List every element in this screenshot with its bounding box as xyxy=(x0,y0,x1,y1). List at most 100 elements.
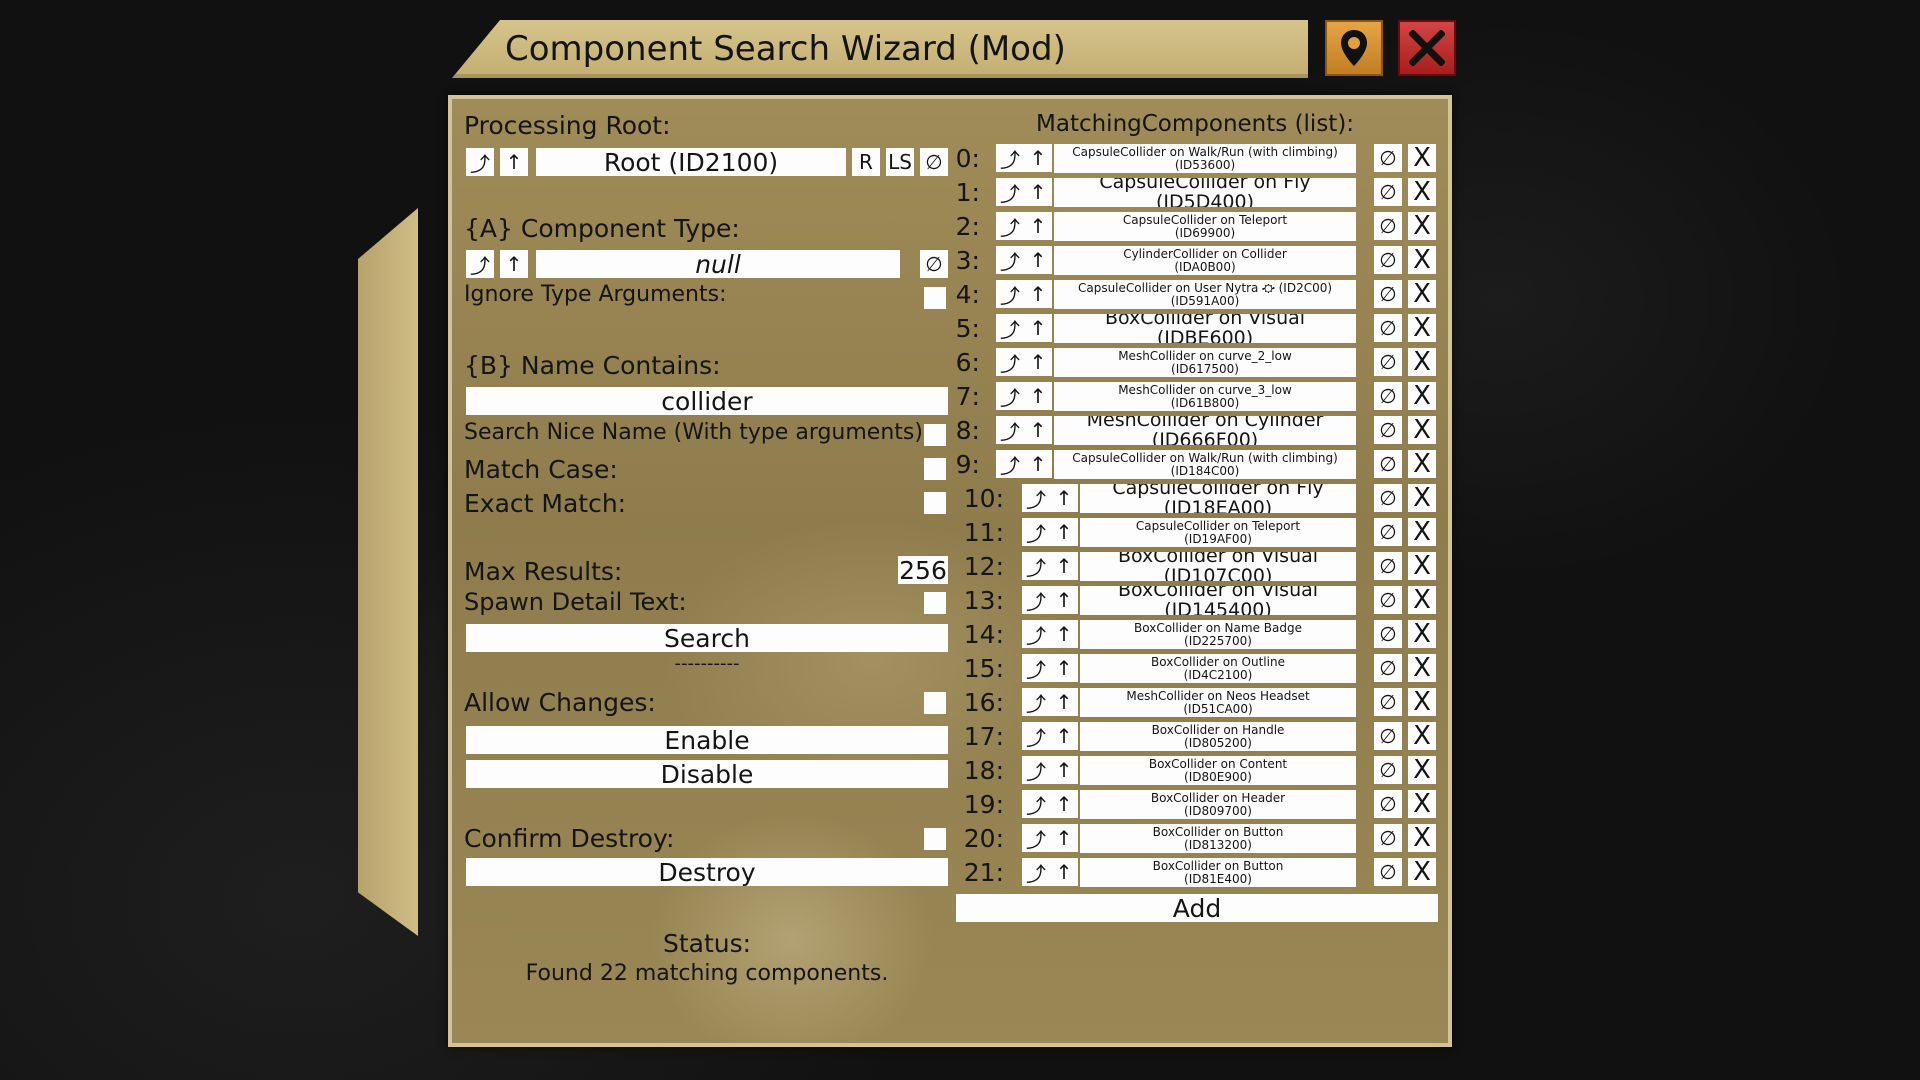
list-item-jump-button[interactable]: ⤴ xyxy=(996,314,1024,342)
list-item-null-button[interactable]: ∅ xyxy=(1374,756,1402,784)
list-item-up-button[interactable]: ↑ xyxy=(1024,212,1052,240)
list-item-null-button[interactable]: ∅ xyxy=(1374,790,1402,818)
list-item-jump-button[interactable]: ⤴ xyxy=(1022,654,1050,682)
list-item-jump-button[interactable]: ⤴ xyxy=(996,246,1024,274)
list-item-field[interactable]: MeshCollider on Cylinder (ID666F00) xyxy=(1054,416,1356,445)
list-item-field[interactable]: BoxCollider on Content (ID80E900) xyxy=(1080,756,1356,785)
list-item-remove-button[interactable]: X xyxy=(1408,687,1436,717)
list-item-jump-button[interactable]: ⤴ xyxy=(1022,552,1050,580)
list-item-remove-button[interactable]: X xyxy=(1408,143,1436,173)
list-item-null-button[interactable]: ∅ xyxy=(1374,858,1402,886)
list-item-null-button[interactable]: ∅ xyxy=(1374,688,1402,716)
list-item-up-button[interactable]: ↑ xyxy=(1050,824,1078,852)
list-item-up-button[interactable]: ↑ xyxy=(1024,246,1052,274)
list-item-up-button[interactable]: ↑ xyxy=(1050,756,1078,784)
list-item-field[interactable]: MeshCollider on curve_2_low (ID617500) xyxy=(1054,348,1356,377)
list-item-jump-button[interactable]: ⤴ xyxy=(1022,620,1050,648)
list-item-jump-button[interactable]: ⤴ xyxy=(996,416,1024,444)
list-item-remove-button[interactable]: X xyxy=(1408,211,1436,241)
list-item-up-button[interactable]: ↑ xyxy=(1024,382,1052,410)
list-item-jump-button[interactable]: ⤴ xyxy=(1022,518,1050,546)
list-item-null-button[interactable]: ∅ xyxy=(1374,620,1402,648)
list-item-up-button[interactable]: ↑ xyxy=(1050,722,1078,750)
list-item-up-button[interactable]: ↑ xyxy=(1050,654,1078,682)
list-item-field[interactable]: BoxCollider on Visual (IDBE600) xyxy=(1054,314,1356,343)
list-item-field[interactable]: CapsuleCollider on Teleport (ID69900) xyxy=(1054,212,1356,241)
list-item-jump-button[interactable]: ⤴ xyxy=(1022,484,1050,512)
list-item-up-button[interactable]: ↑ xyxy=(1050,858,1078,886)
list-item-null-button[interactable]: ∅ xyxy=(1374,280,1402,308)
list-item-jump-button[interactable]: ⤴ xyxy=(1022,586,1050,614)
list-item-field[interactable]: CylinderCollider on Collider (IDA0B00) xyxy=(1054,246,1356,275)
list-item-up-button[interactable]: ↑ xyxy=(1050,620,1078,648)
list-item-jump-button[interactable]: ⤴ xyxy=(996,382,1024,410)
list-item-remove-button[interactable]: X xyxy=(1408,823,1436,853)
list-item-field[interactable]: CapsuleCollider on User Nytra ⛮ (ID2C00)… xyxy=(1054,280,1356,309)
list-item-up-button[interactable]: ↑ xyxy=(1050,484,1078,512)
list-item-remove-button[interactable]: X xyxy=(1408,381,1436,411)
list-item-null-button[interactable]: ∅ xyxy=(1374,450,1402,478)
list-item-field[interactable]: BoxCollider on Button (ID81E400) xyxy=(1080,858,1356,887)
list-item-up-button[interactable]: ↑ xyxy=(1050,518,1078,546)
list-item-up-button[interactable]: ↑ xyxy=(1024,280,1052,308)
list-item-field[interactable]: MeshCollider on curve_3_low (ID61B800) xyxy=(1054,382,1356,411)
list-item-remove-button[interactable]: X xyxy=(1408,517,1436,547)
list-item-up-button[interactable]: ↑ xyxy=(1050,790,1078,818)
list-item-jump-button[interactable]: ⤴ xyxy=(996,450,1024,478)
list-item-field[interactable]: BoxCollider on Handle (ID805200) xyxy=(1080,722,1356,751)
list-item-jump-button[interactable]: ⤴ xyxy=(1022,824,1050,852)
add-button[interactable]: Add xyxy=(956,894,1438,923)
list-item-null-button[interactable]: ∅ xyxy=(1374,212,1402,240)
list-item-field[interactable]: MeshCollider on Neos Headset (ID51CA00) xyxy=(1080,688,1356,717)
list-item-jump-button[interactable]: ⤴ xyxy=(1022,688,1050,716)
list-item-remove-button[interactable]: X xyxy=(1408,721,1436,751)
locate-button[interactable] xyxy=(1325,20,1383,76)
list-item-field[interactable]: BoxCollider on Header (ID809700) xyxy=(1080,790,1356,819)
list-item-field[interactable]: CapsuleCollider on Walk/Run (with climbi… xyxy=(1054,450,1356,479)
list-item-field[interactable]: BoxCollider on Visual (ID145400) xyxy=(1080,586,1356,615)
list-item-jump-button[interactable]: ⤴ xyxy=(1022,722,1050,750)
list-item-remove-button[interactable]: X xyxy=(1408,415,1436,445)
list-item-up-button[interactable]: ↑ xyxy=(1024,178,1052,206)
list-item-field[interactable]: BoxCollider on Visual (ID107C00) xyxy=(1080,552,1356,581)
list-item-jump-button[interactable]: ⤴ xyxy=(996,348,1024,376)
list-item-null-button[interactable]: ∅ xyxy=(1374,382,1402,410)
list-item-jump-button[interactable]: ⤴ xyxy=(996,144,1024,172)
list-item-remove-button[interactable]: X xyxy=(1408,449,1436,479)
list-item-null-button[interactable]: ∅ xyxy=(1374,178,1402,206)
list-item-null-button[interactable]: ∅ xyxy=(1374,722,1402,750)
list-item-remove-button[interactable]: X xyxy=(1408,789,1436,819)
list-item-jump-button[interactable]: ⤴ xyxy=(996,212,1024,240)
list-item-remove-button[interactable]: X xyxy=(1408,313,1436,343)
list-item-up-button[interactable]: ↑ xyxy=(1050,586,1078,614)
close-button[interactable] xyxy=(1398,20,1456,76)
list-item-field[interactable]: BoxCollider on Name Badge (ID225700) xyxy=(1080,620,1356,649)
list-item-field[interactable]: CapsuleCollider on Walk/Run (with climbi… xyxy=(1054,144,1356,173)
list-item-null-button[interactable]: ∅ xyxy=(1374,518,1402,546)
list-item-jump-button[interactable]: ⤴ xyxy=(1022,756,1050,784)
list-item-null-button[interactable]: ∅ xyxy=(1374,314,1402,342)
list-item-null-button[interactable]: ∅ xyxy=(1374,552,1402,580)
list-item-remove-button[interactable]: X xyxy=(1408,245,1436,275)
list-item-remove-button[interactable]: X xyxy=(1408,279,1436,309)
list-item-up-button[interactable]: ↑ xyxy=(1024,348,1052,376)
list-item-field[interactable]: CapsuleCollider on Fly (ID5D400) xyxy=(1054,178,1356,207)
list-item-jump-button[interactable]: ⤴ xyxy=(1022,790,1050,818)
list-item-jump-button[interactable]: ⤴ xyxy=(1022,858,1050,886)
list-item-field[interactable]: BoxCollider on Button (ID813200) xyxy=(1080,824,1356,853)
list-item-null-button[interactable]: ∅ xyxy=(1374,246,1402,274)
list-item-remove-button[interactable]: X xyxy=(1408,755,1436,785)
list-item-null-button[interactable]: ∅ xyxy=(1374,416,1402,444)
list-item-remove-button[interactable]: X xyxy=(1408,483,1436,513)
list-item-up-button[interactable]: ↑ xyxy=(1024,144,1052,172)
list-item-null-button[interactable]: ∅ xyxy=(1374,824,1402,852)
list-item-jump-button[interactable]: ⤴ xyxy=(996,178,1024,206)
list-item-remove-button[interactable]: X xyxy=(1408,619,1436,649)
list-item-up-button[interactable]: ↑ xyxy=(1024,450,1052,478)
list-item-jump-button[interactable]: ⤴ xyxy=(996,280,1024,308)
list-item-remove-button[interactable]: X xyxy=(1408,347,1436,377)
list-item-remove-button[interactable]: X xyxy=(1408,551,1436,581)
list-item-up-button[interactable]: ↑ xyxy=(1024,314,1052,342)
list-item-field[interactable]: CapsuleCollider on Fly (ID18EA00) xyxy=(1080,484,1356,513)
list-item-remove-button[interactable]: X xyxy=(1408,177,1436,207)
